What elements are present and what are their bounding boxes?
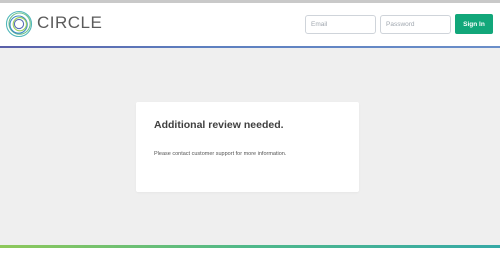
review-notice-card: Additional review needed. Please contact… [136, 102, 359, 192]
email-input[interactable] [305, 15, 376, 34]
password-input[interactable] [380, 15, 451, 34]
footer-bar [0, 248, 500, 258]
notice-title: Additional review needed. [154, 119, 284, 131]
header-divider [0, 46, 500, 48]
sign-in-button[interactable]: Sign In [455, 14, 493, 34]
circle-logo-icon[interactable] [5, 10, 33, 38]
notice-message: Please contact customer support for more… [154, 151, 287, 157]
brand-name[interactable]: CIRCLE [37, 13, 102, 33]
